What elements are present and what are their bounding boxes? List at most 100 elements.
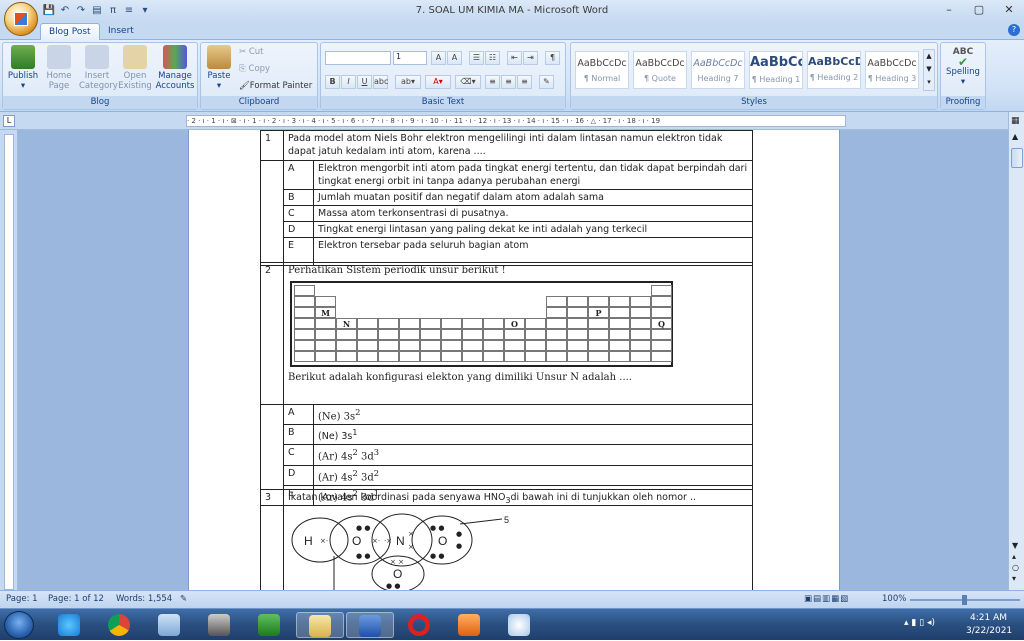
font-name-box[interactable] bbox=[325, 51, 391, 65]
decrease-indent-button[interactable]: ⇤ bbox=[507, 51, 522, 65]
periodic-cell bbox=[588, 340, 609, 351]
vertical-ruler[interactable] bbox=[0, 130, 18, 590]
cut-button[interactable]: ✂ Cut bbox=[239, 45, 263, 59]
word-icon bbox=[359, 615, 381, 637]
copy-button[interactable]: ⎘ Copy bbox=[239, 62, 270, 76]
taskbar-app[interactable] bbox=[146, 612, 194, 638]
svg-text:● ●: ● ● bbox=[356, 552, 370, 560]
taskbar-ie[interactable] bbox=[46, 612, 94, 638]
option-letter: D bbox=[283, 464, 314, 487]
open-existing-button[interactable]: Open Existing bbox=[117, 45, 153, 91]
bold-button[interactable]: B bbox=[325, 75, 340, 89]
tab-insert[interactable]: Insert bbox=[100, 23, 142, 40]
restore-button[interactable]: ▢ bbox=[964, 0, 994, 20]
taskbar-chrome[interactable] bbox=[96, 612, 144, 638]
shrink-font-button[interactable]: A bbox=[447, 51, 462, 65]
periodic-cell bbox=[315, 351, 336, 362]
taskbar-excel[interactable] bbox=[246, 612, 294, 638]
style-heading-2[interactable]: AaBbCcD ¶ Heading 2 bbox=[807, 51, 861, 89]
taskbar-paint[interactable] bbox=[496, 612, 544, 638]
ruler-toggle-icon[interactable]: ▦ bbox=[1011, 116, 1020, 126]
view-buttons[interactable]: ▣▤▥▦▧ bbox=[804, 591, 849, 608]
tray-time[interactable]: 4:21 AM bbox=[970, 613, 1007, 623]
periodic-cell bbox=[294, 285, 315, 296]
svg-text:× ×: × × bbox=[390, 558, 404, 566]
status-page-of[interactable]: Page: 1 of 12 bbox=[48, 591, 104, 608]
basic-text-group-label: Basic Text bbox=[321, 96, 565, 109]
publish-button[interactable]: Publish ▾ bbox=[5, 45, 41, 91]
tab-blog-post[interactable]: Blog Post bbox=[40, 23, 100, 40]
periodic-cell bbox=[294, 318, 315, 329]
minimize-button[interactable]: – bbox=[934, 0, 964, 20]
periodic-cell: Q bbox=[651, 318, 672, 329]
periodic-cell bbox=[462, 340, 483, 351]
periodic-cell bbox=[420, 329, 441, 340]
scroll-thumb[interactable] bbox=[1011, 148, 1023, 168]
clear-format-button[interactable]: ⌫▾ bbox=[455, 75, 481, 89]
start-button[interactable] bbox=[4, 611, 34, 639]
help-icon[interactable]: ? bbox=[1008, 24, 1020, 36]
taskbar-player[interactable] bbox=[446, 612, 494, 638]
format-painter-button[interactable]: 🖌Format Painter bbox=[239, 79, 312, 93]
style-heading-1[interactable]: AaBbCc ¶ Heading 1 bbox=[749, 51, 803, 89]
periodic-cell bbox=[609, 318, 630, 329]
font-color-button[interactable]: A▾ bbox=[425, 75, 451, 89]
style-inspector-button[interactable]: ✎ bbox=[539, 75, 554, 89]
svg-text:×·: ×· bbox=[320, 537, 328, 545]
periodic-cell bbox=[630, 340, 651, 351]
status-words[interactable]: Words: 1,554 bbox=[116, 591, 172, 608]
style-heading-3[interactable]: AaBbCcDc ¶ Heading 3 bbox=[865, 51, 919, 89]
taskbar-media[interactable] bbox=[196, 612, 244, 638]
home-page-button[interactable]: Home Page bbox=[41, 45, 77, 91]
spelling-button[interactable]: ABC ✔ Spelling ▾ bbox=[945, 45, 981, 87]
office-button[interactable] bbox=[4, 2, 38, 36]
font-size-box[interactable]: 1 bbox=[393, 51, 427, 65]
periodic-cell bbox=[504, 351, 525, 362]
strikethrough-button[interactable]: abc bbox=[373, 75, 388, 89]
style-normal[interactable]: AaBbCcDc ¶ Normal bbox=[575, 51, 629, 89]
vertical-scrollbar[interactable]: ▦ ▲ ▼ ▴ ○ ▾ bbox=[1008, 112, 1024, 590]
horizontal-ruler[interactable]: L · 2 · ı · 1 · ı · ⊠ · ı · 1 · ı · 2 · … bbox=[0, 112, 1024, 130]
bullets-button[interactable]: ☰ bbox=[469, 51, 484, 65]
proofing-status-icon[interactable]: ✎ bbox=[180, 591, 187, 608]
taskbar-explorer[interactable] bbox=[296, 612, 344, 638]
tray-date[interactable]: 3/22/2021 bbox=[966, 626, 1012, 636]
underline-button[interactable]: U bbox=[357, 75, 372, 89]
styles-scroll[interactable]: ▲ ▼ ▾ bbox=[923, 49, 935, 91]
scroll-up-icon[interactable]: ▲ bbox=[1012, 132, 1018, 141]
close-button[interactable]: ✕ bbox=[994, 0, 1024, 20]
insert-category-button[interactable]: Insert Category bbox=[79, 45, 118, 91]
increase-indent-button[interactable]: ⇥ bbox=[523, 51, 538, 65]
italic-button[interactable]: I bbox=[341, 75, 356, 89]
paste-button[interactable]: Paste ▾ bbox=[203, 45, 235, 91]
show-marks-button[interactable]: ¶ bbox=[545, 51, 560, 65]
align-right-button[interactable]: ≡ bbox=[517, 75, 532, 89]
zoom-thumb[interactable] bbox=[962, 595, 967, 605]
periodic-cell bbox=[462, 329, 483, 340]
periodic-cell bbox=[357, 340, 378, 351]
highlight-button[interactable]: ab▾ bbox=[395, 75, 421, 89]
taskbar-opera[interactable] bbox=[396, 612, 444, 638]
align-left-button[interactable]: ≡ bbox=[485, 75, 500, 89]
styles-group: AaBbCcDc ¶ Normal AaBbCcDc ¶ Quote AaBbCcD… bbox=[570, 42, 938, 110]
periodic-cell bbox=[294, 329, 315, 340]
align-center-button[interactable]: ≡ bbox=[501, 75, 516, 89]
style-quote[interactable]: AaBbCcDc ¶ Quote bbox=[633, 51, 687, 89]
periodic-cell bbox=[357, 318, 378, 329]
periodic-cell bbox=[525, 351, 546, 362]
status-page[interactable]: Page: 1 bbox=[6, 591, 38, 608]
tab-selector-icon[interactable]: L bbox=[3, 115, 15, 127]
manage-accounts-button[interactable]: Manage Accounts bbox=[155, 45, 195, 91]
browse-controls[interactable]: ▼ ▴ ○ ▾ bbox=[1012, 540, 1019, 584]
grow-font-button[interactable]: A bbox=[431, 51, 446, 65]
periodic-cell bbox=[483, 318, 504, 329]
tray-icons[interactable]: ▴ ▮ ▯ ◂) bbox=[904, 618, 935, 628]
periodic-cell bbox=[441, 351, 462, 362]
svg-text:×: × bbox=[408, 530, 414, 538]
zoom-level[interactable]: 100% bbox=[882, 591, 906, 608]
style-heading-7[interactable]: AaBbCcDc Heading 7 bbox=[691, 51, 745, 89]
taskbar-word[interactable] bbox=[346, 612, 394, 638]
document-page[interactable]: 1 Pada model atom Niels Bohr elektron me… bbox=[188, 130, 840, 600]
paint-icon bbox=[508, 614, 530, 636]
numbering-button[interactable]: ☷ bbox=[485, 51, 500, 65]
